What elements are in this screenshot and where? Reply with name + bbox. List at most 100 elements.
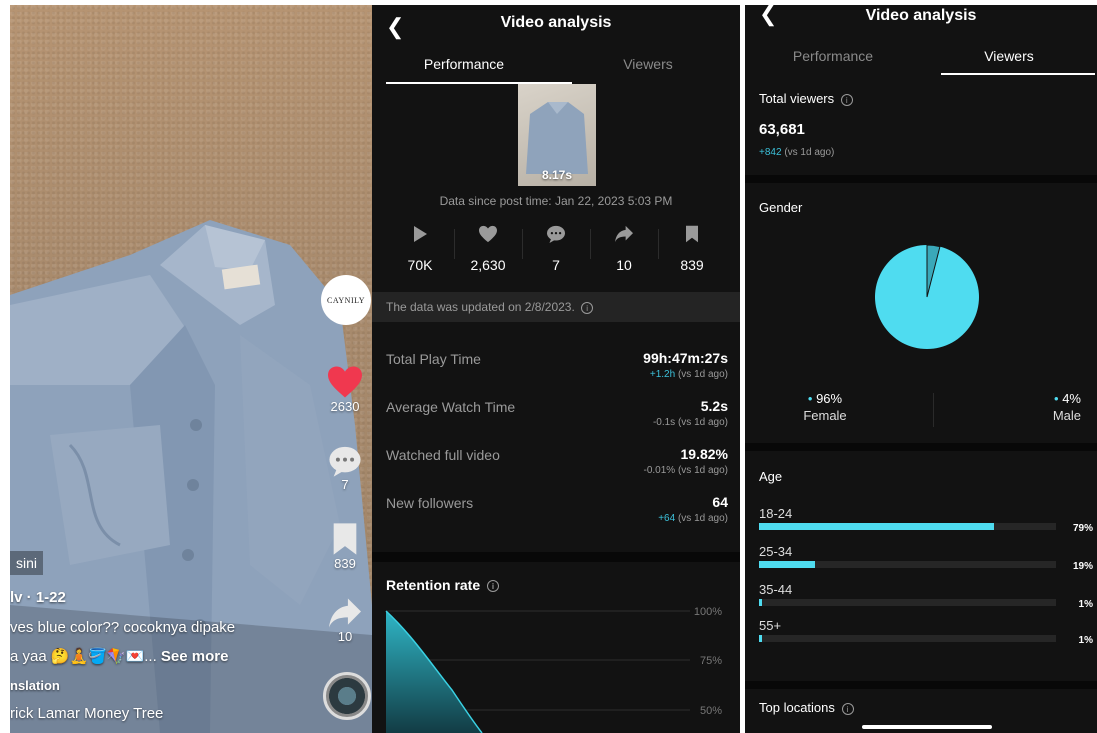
- metric-value: 5.2s: [700, 398, 728, 414]
- info-icon[interactable]: i: [841, 702, 854, 715]
- engagement-stats: 70K 2,630 7 10 839: [386, 225, 726, 273]
- age-pct: 1%: [1078, 635, 1093, 646]
- brand-logo-text: CAYNILY: [327, 295, 365, 305]
- share-icon: [615, 225, 633, 243]
- age-row-35-44: 35-44 1%: [759, 582, 1097, 616]
- video-duration: 8.17s: [541, 168, 573, 182]
- age-label: 35-44: [759, 582, 793, 597]
- see-translation-link[interactable]: nslation: [10, 678, 60, 693]
- save-button[interactable]: 839: [322, 522, 368, 571]
- info-icon[interactable]: i: [581, 301, 594, 314]
- author-line[interactable]: lv · 1-22: [10, 589, 66, 606]
- creator-tag[interactable]: sini: [10, 551, 44, 575]
- metric-label: Average Watch Time: [386, 399, 516, 415]
- male-label: Male: [1052, 408, 1081, 423]
- age-label: 55+: [759, 618, 782, 633]
- caption-line-2: a yaa 🤔🧘🪣🪁💌... See more: [10, 647, 228, 665]
- info-icon[interactable]: i: [487, 580, 500, 593]
- tab-bar: Performance Viewers: [372, 50, 740, 86]
- bookmark-icon: [686, 225, 698, 243]
- data-updated-text: The data was updated on 2/8/2023.: [386, 300, 575, 314]
- comments-value: 7: [552, 257, 560, 273]
- section-divider: [745, 681, 1097, 689]
- top-locations-title: Top locations: [759, 700, 835, 715]
- saves-value: 839: [680, 257, 704, 273]
- section-divider: [745, 175, 1097, 183]
- metric-delta-suffix: (vs 1d ago): [677, 465, 728, 476]
- video-panel[interactable]: CAYNILY 2630 7 839 10 sini lv · 1-22 ves…: [10, 5, 372, 733]
- legend-divider: [933, 393, 934, 427]
- age-row-25-34: 25-34 19%: [759, 544, 1097, 578]
- section-divider: [745, 443, 1097, 451]
- share-count: 10: [337, 629, 353, 644]
- share-button[interactable]: 10: [322, 597, 368, 644]
- metric-delta-suffix: (vs 1d ago): [677, 369, 728, 380]
- total-viewers-delta: +842 (vs 1d ago): [759, 147, 834, 158]
- like-button[interactable]: 2630: [322, 365, 368, 414]
- shares-value: 10: [616, 257, 632, 273]
- female-label: Female: [803, 408, 847, 423]
- metric-delta-value: +64: [658, 513, 676, 524]
- back-chevron-icon[interactable]: ❮: [386, 9, 404, 45]
- metric-value: 19.82%: [680, 446, 728, 462]
- metric-delta-suffix: (vs 1d ago): [677, 513, 728, 524]
- comment-icon: [547, 225, 565, 243]
- video-thumbnail[interactable]: 8.17s: [518, 84, 596, 186]
- comment-icon: [329, 446, 361, 477]
- gender-title: Gender: [759, 200, 803, 215]
- tick-100: 100%: [694, 606, 722, 618]
- viewers-panel: ❮ Video analysis Performance Viewers Tot…: [745, 5, 1097, 733]
- total-viewers-heading: Total viewers i: [759, 91, 853, 106]
- metric-total-play-time: Total Play Time 99h:47m:27s +1.2h (vs 1d…: [386, 350, 728, 399]
- metric-delta: +64 (vs 1d ago): [658, 513, 728, 524]
- age-pct: 1%: [1078, 599, 1093, 610]
- retention-rate-title: Retention rate: [386, 577, 481, 593]
- section-divider: [372, 552, 740, 562]
- tick-50: 50%: [700, 705, 722, 717]
- retention-rate-heading: Retention rate i: [386, 577, 500, 593]
- sound-name[interactable]: rick Lamar Money Tree: [10, 705, 163, 722]
- age-label: 18-24: [759, 506, 793, 521]
- sound-disc-icon[interactable]: [323, 672, 371, 720]
- metric-label: Total Play Time: [386, 351, 481, 367]
- page-title: Video analysis: [500, 14, 612, 31]
- metric-delta-value: -0.01%: [643, 465, 676, 476]
- shares-stat: 10: [590, 225, 658, 273]
- see-more-link[interactable]: See more: [161, 648, 229, 665]
- creator-avatar[interactable]: CAYNILY: [321, 275, 371, 325]
- metric-label: New followers: [386, 495, 474, 511]
- age-bar-track: [759, 635, 1056, 642]
- tab-performance[interactable]: Performance: [745, 42, 921, 78]
- metric-delta: -0.01% (vs 1d ago): [644, 465, 729, 476]
- legend-dot: •: [807, 391, 813, 406]
- metric-delta: -0.1s (vs 1d ago): [653, 417, 728, 428]
- active-tab-indicator: [941, 73, 1095, 75]
- male-pct-row: • 4%: [1001, 391, 1081, 406]
- comment-button[interactable]: 7: [322, 445, 368, 492]
- data-since-text: Data since post time: Jan 22, 2023 5:03 …: [439, 194, 673, 208]
- female-pct: 96%: [816, 391, 843, 406]
- back-chevron-icon[interactable]: ❮: [759, 5, 777, 25]
- total-viewers-delta-suffix: (vs 1d ago): [784, 147, 835, 158]
- home-indicator[interactable]: [862, 725, 992, 729]
- age-row-18-24: 18-24 79%: [759, 506, 1097, 540]
- age-bar-fill: [759, 561, 816, 568]
- age-bar-fill: [759, 599, 762, 606]
- caption-line-1: ves blue color?? cocoknya dipake: [10, 619, 236, 636]
- age-bar-fill: [759, 635, 762, 642]
- age-title: Age: [759, 469, 783, 484]
- gender-male-legend: • 4% Male: [1001, 391, 1081, 423]
- data-updated-notice: The data was updated on 2/8/2023. i: [372, 292, 740, 322]
- views-value: 70K: [407, 257, 433, 273]
- info-icon[interactable]: i: [840, 93, 853, 106]
- metric-delta: +1.2h (vs 1d ago): [650, 369, 728, 380]
- metric-watched-full-video: Watched full video 19.82% -0.01% (vs 1d …: [386, 446, 729, 495]
- age-section: Age 18-24 79% 25-34 19% 35-44 1% 55+ 1%: [745, 451, 1097, 681]
- top-locations-heading: Top locations i: [759, 700, 854, 715]
- comments-stat: 7: [522, 225, 590, 273]
- age-bar-track: [759, 561, 1056, 568]
- gender-pie-chart: [875, 244, 979, 349]
- tab-viewers[interactable]: Viewers: [556, 50, 740, 86]
- tab-performance[interactable]: Performance: [372, 50, 556, 86]
- age-pct: 79%: [1072, 523, 1093, 534]
